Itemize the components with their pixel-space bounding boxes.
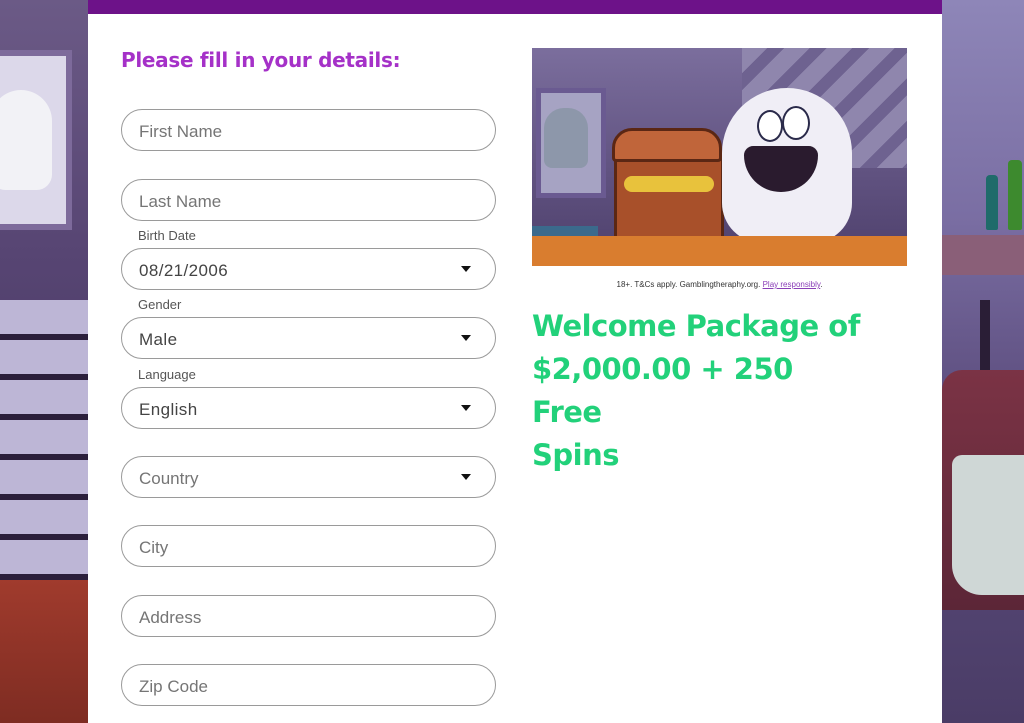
background-right-scene (942, 0, 1024, 723)
floor (0, 580, 88, 723)
gender-label: Gender (138, 297, 182, 312)
caret-down-icon (461, 405, 471, 411)
bottle-icon (1008, 160, 1022, 230)
welcome-line-1: Welcome Package of (532, 309, 860, 343)
address-field[interactable]: Address (121, 595, 496, 637)
address-placeholder: Address (139, 608, 202, 627)
city-field[interactable]: City (121, 525, 496, 567)
language-value: English (139, 400, 198, 419)
welcome-package-heading: Welcome Package of $2,000.00 + 250 Free … (532, 305, 862, 477)
registration-panel: Please fill in your details: First Name … (88, 0, 942, 723)
country-select[interactable]: Country (121, 456, 496, 498)
zip-code-placeholder: Zip Code (139, 677, 208, 696)
disclaimer: 18+. T&Cs apply. Gamblingtheraphy.org. P… (532, 280, 907, 289)
first-name-field[interactable]: First Name (121, 109, 496, 151)
ghost-eye (782, 106, 810, 140)
disclaimer-end: . (820, 280, 823, 289)
ghost-character (0, 90, 52, 190)
language-select[interactable]: English (121, 387, 496, 429)
cloth (952, 455, 1024, 595)
stair-railing (0, 300, 88, 580)
shelf (942, 235, 1024, 275)
promo-illustration (532, 48, 907, 266)
floor (532, 236, 907, 266)
lamp (980, 300, 990, 370)
welcome-line-3: Spins (532, 438, 620, 472)
birth-date-label: Birth Date (138, 228, 196, 243)
ghost-eye (757, 110, 783, 142)
birth-date-value: 08/21/2006 (139, 261, 229, 280)
treasure-chest-icon (614, 153, 724, 245)
first-name-placeholder: First Name (139, 122, 223, 141)
last-name-field[interactable]: Last Name (121, 179, 496, 221)
play-responsibly-link[interactable]: Play responsibly (763, 280, 821, 289)
treasure-chest-lid (612, 128, 722, 162)
gender-select[interactable]: Male (121, 317, 496, 359)
caret-down-icon (461, 335, 471, 341)
bottle-icon (986, 175, 998, 230)
zip-code-field[interactable]: Zip Code (121, 664, 496, 706)
birth-date-select[interactable]: 08/21/2006 (121, 248, 496, 290)
form-title: Please fill in your details: (121, 48, 401, 72)
country-placeholder: Country (139, 469, 199, 488)
gender-value: Male (139, 330, 178, 349)
caret-down-icon (461, 266, 471, 272)
gold-coins (624, 176, 714, 192)
background-left-scene (0, 0, 88, 723)
knight-portrait (544, 108, 588, 168)
caret-down-icon (461, 474, 471, 480)
disclaimer-text: 18+. T&Cs apply. Gamblingtheraphy.org. (616, 280, 761, 289)
last-name-placeholder: Last Name (139, 192, 222, 211)
welcome-line-2: $2,000.00 + 250 Free (532, 352, 793, 429)
city-placeholder: City (139, 538, 169, 557)
language-label: Language (138, 367, 196, 382)
panel-top-bar (88, 0, 942, 14)
